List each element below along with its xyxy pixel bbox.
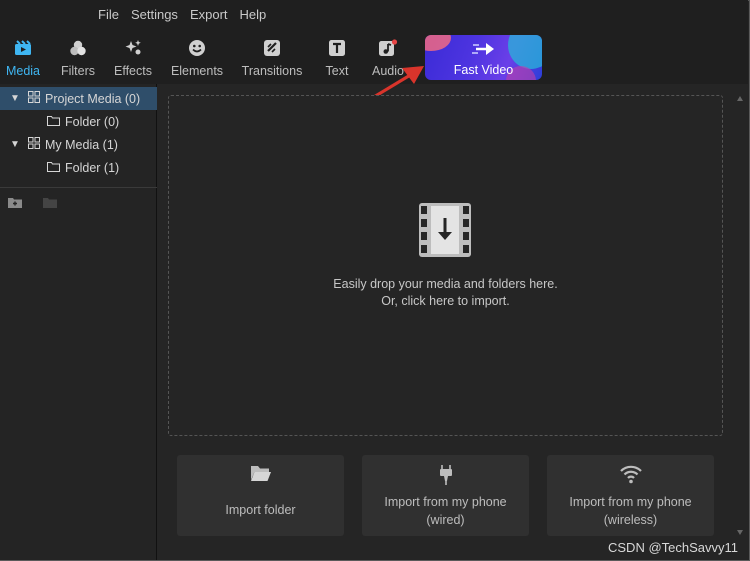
import-folder-label: Import folder [225,503,296,517]
import-wireless-label: Import from my phone [569,495,692,509]
fast-forward-arrow-icon [472,41,498,62]
tab-transitions[interactable]: Transitions [240,28,304,84]
media-drop-zone[interactable]: Easily drop your media and folders here.… [168,95,723,436]
wifi-icon [547,464,714,484]
tab-effects-label: Effects [114,64,152,78]
menu-settings[interactable]: Settings [125,7,184,22]
usb-cable-icon [362,464,529,486]
tab-filters[interactable]: Filters [58,28,98,84]
import-phone-wired-button[interactable]: Import from my phone (wired) [362,455,529,536]
tab-elements-label: Elements [170,64,224,78]
folder-open-icon [177,464,344,482]
tab-effects[interactable]: Effects [112,28,154,84]
tab-transitions-label: Transitions [241,64,303,78]
menu-bar: File Settings Export Help [0,0,748,28]
tab-filters-label: Filters [60,64,96,78]
transitions-icon [262,38,282,58]
tree-item-label: Project Media (0) [45,91,141,106]
media-library-panel: ▼ Project Media (0) Folder (0) ▼ My Medi… [0,84,157,560]
tree-item-label: Folder (0) [65,114,120,129]
import-wired-label: Import from my phone [384,495,507,509]
menu-file[interactable]: File [92,7,125,22]
text-icon [327,38,347,58]
tree-item-my-media[interactable]: ▼ My Media (1) [0,133,157,156]
fast-video-decoration [425,35,451,51]
elements-icon [187,38,207,58]
folder-icon[interactable] [43,195,57,213]
scrollbar[interactable] [736,95,744,536]
effects-icon [123,38,143,58]
tree-item-label: Folder (1) [65,160,120,175]
media-icon [13,38,33,58]
grid-icon [28,91,40,106]
import-phone-wireless-button[interactable]: Import from my phone (wireless) [547,455,714,536]
film-import-icon [418,202,472,263]
watermark: CSDN @TechSavvy11 [608,540,738,555]
filters-icon [68,38,88,58]
import-instruction: Or, click here to import. [381,294,510,308]
import-wired-sublabel: (wired) [426,513,465,527]
caret-down-icon[interactable]: ▼ [10,93,20,104]
caret-down-icon[interactable]: ▼ [10,139,20,150]
panel-divider [0,187,157,188]
folder-icon [47,161,60,175]
audio-icon [378,38,398,58]
import-wireless-sublabel: (wireless) [603,513,658,527]
fast-video-button[interactable]: Fast Video [425,35,542,80]
menu-export[interactable]: Export [184,7,234,22]
tab-elements[interactable]: Elements [170,28,224,84]
grid-icon [28,137,40,152]
tab-media[interactable]: Media [4,28,42,84]
tab-media-label: Media [5,64,41,78]
menu-help[interactable]: Help [234,7,273,22]
tree-item-label: My Media (1) [45,137,118,152]
fast-video-label: Fast Video [453,63,514,77]
new-folder-icon[interactable] [8,195,22,213]
import-folder-button[interactable]: Import folder [177,455,344,536]
tree-item-project-media[interactable]: ▼ Project Media (0) [0,87,157,110]
tree-item-my-folder[interactable]: Folder (1) [0,156,157,179]
tree-item-project-folder[interactable]: Folder (0) [0,110,157,133]
folder-icon [47,115,60,129]
drop-instruction: Easily drop your media and folders here. [333,277,558,291]
